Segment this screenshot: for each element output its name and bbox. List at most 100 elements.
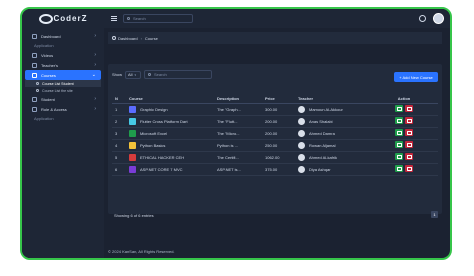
sidebar-subitem-label: Course List Student — [42, 81, 74, 86]
column-header-price: Price — [262, 94, 295, 104]
section-label-application-2: Application — [34, 116, 54, 121]
logo-ring-icon — [38, 13, 53, 24]
chevron-right-icon: › — [94, 52, 96, 58]
table-header-row: N Course Description Price Teacher Actio… — [112, 94, 438, 104]
price-cell: 200.00 — [262, 115, 295, 128]
price-cell: 375.00 — [262, 163, 295, 176]
course-name[interactable]: Microsoft Excel — [140, 131, 167, 136]
breadcrumb-home[interactable]: Dashboard — [118, 36, 138, 41]
description-cell: The "Flutt... — [214, 115, 262, 128]
column-header-action: Action — [370, 94, 438, 104]
row-number: 2 — [112, 115, 126, 128]
breadcrumb-separator-icon: › — [140, 35, 142, 41]
course-icon — [129, 165, 136, 173]
video-icon — [32, 52, 37, 58]
pagination-page-1[interactable]: 1 — [431, 211, 438, 218]
lock-icon — [32, 106, 37, 112]
edit-button[interactable] — [395, 105, 403, 112]
delete-button[interactable] — [405, 129, 413, 136]
table-search-input[interactable]: Search — [144, 70, 213, 79]
logo-text: CoderZ — [53, 14, 88, 23]
delete-button[interactable] — [405, 153, 413, 160]
course-icon — [129, 153, 136, 161]
course-name[interactable]: Flutter Cross Platform Dart — [140, 119, 188, 124]
course-icon — [129, 105, 136, 113]
teacher-cell: Anas Shalabi — [295, 115, 370, 128]
circle-icon — [36, 82, 39, 85]
description-cell: The Certifi... — [214, 151, 262, 164]
description-cell: The "Micro... — [214, 127, 262, 140]
table-controls: Show All ▾ Search — [112, 70, 213, 79]
courses-card: Show All ▾ Search + Add New Course N Cour… — [108, 64, 442, 218]
chevron-right-icon: › — [94, 33, 96, 39]
breadcrumb: Dashboard › Course — [108, 32, 442, 44]
teacher-name: Diya Ashqar — [309, 166, 331, 172]
course-name[interactable]: Graphic Design — [140, 107, 168, 112]
column-header-course: Course — [126, 94, 214, 104]
price-cell: 200.00 — [262, 127, 295, 140]
price-cell: 250.00 — [262, 139, 295, 152]
search-icon — [127, 17, 130, 20]
edit-button[interactable] — [395, 153, 403, 160]
search-placeholder: Search — [133, 16, 146, 21]
edit-button[interactable] — [395, 165, 403, 172]
sidebar-item-dashboard[interactable]: Dashboard › — [22, 31, 104, 41]
row-number: 6 — [112, 163, 126, 176]
delete-button[interactable] — [405, 117, 413, 124]
app-frame: CoderZ Dashboard › Application Videos › Te… — [20, 7, 452, 260]
course-name[interactable]: Python Basics — [140, 143, 165, 148]
sidebar-subitem-label: Course List the site — [42, 88, 73, 93]
entries-select[interactable]: All ▾ — [125, 70, 142, 79]
teacher-avatar — [298, 165, 305, 173]
course-name[interactable]: ETHICAL HACKER CEH — [140, 155, 184, 160]
teacher-name: Rowan Aljamal — [309, 142, 336, 148]
teacher-cell: Rowan Aljamal — [295, 139, 370, 152]
price-cell: 300.00 — [262, 103, 295, 116]
column-header-n: N — [112, 94, 126, 104]
courses-icon — [32, 72, 37, 78]
student-icon — [32, 96, 37, 102]
teacher-cell: Diya Ashqar — [295, 163, 370, 176]
chevron-right-icon: › — [94, 62, 96, 68]
teacher-name: Mamoun Al-Akkour — [309, 106, 343, 112]
course-name[interactable]: ASP.NET CORE 7 MVC — [140, 167, 183, 172]
sidebar-subitem-course-list-student[interactable]: Course List Student — [25, 80, 101, 87]
sidebar-item-roles[interactable]: Role & Access › — [22, 104, 104, 114]
edit-button[interactable] — [395, 141, 403, 148]
delete-button[interactable] — [405, 141, 413, 148]
menu-icon[interactable] — [111, 16, 117, 21]
teacher-cell: Ahmed Al-kafrik — [295, 151, 370, 164]
delete-button[interactable] — [405, 165, 413, 172]
sidebar-item-teachers[interactable]: Teacher's › — [22, 60, 104, 70]
course-cell: Microsoft Excel — [126, 127, 214, 140]
sidebar-item-label: Teacher's — [41, 62, 58, 68]
sidebar-item-student[interactable]: Student › — [22, 94, 104, 104]
user-avatar[interactable] — [433, 13, 444, 24]
edit-button[interactable] — [395, 117, 403, 124]
app-logo[interactable]: CoderZ — [22, 9, 104, 28]
sidebar-item-videos[interactable]: Videos › — [22, 50, 104, 60]
action-cell — [370, 103, 438, 116]
action-cell — [370, 127, 438, 140]
description-cell: ASP.NET is... — [214, 163, 262, 176]
breadcrumb-current: Course — [144, 35, 158, 41]
add-course-button[interactable]: + Add New Course — [394, 72, 438, 82]
edit-button[interactable] — [395, 129, 403, 136]
course-icon — [129, 117, 136, 125]
table-row: 5 ETHICAL HACKER CEH The Certifi... 1062… — [112, 151, 438, 164]
table-row: 3 Microsoft Excel The "Micro... 200.00 A… — [112, 127, 438, 140]
sidebar-item-courses[interactable]: Courses ⌄ — [25, 70, 101, 80]
theme-toggle-icon[interactable] — [419, 15, 426, 22]
show-label: Show — [112, 72, 123, 77]
chevron-down-icon: ▾ — [134, 72, 136, 77]
row-number: 4 — [112, 139, 126, 152]
price-cell: 1062.00 — [262, 151, 295, 164]
row-number: 1 — [112, 103, 126, 116]
delete-button[interactable] — [405, 105, 413, 112]
sidebar-subitem-course-list-site[interactable]: Course List the site — [22, 87, 104, 94]
footer-copyright: © 2024 KanSan, All Rights Reserved. — [108, 249, 175, 254]
section-label-application: Application — [34, 43, 54, 48]
sidebar-item-label: Courses — [41, 72, 56, 78]
global-search-input[interactable]: Search — [123, 14, 193, 23]
course-cell: ETHICAL HACKER CEH — [126, 151, 214, 164]
